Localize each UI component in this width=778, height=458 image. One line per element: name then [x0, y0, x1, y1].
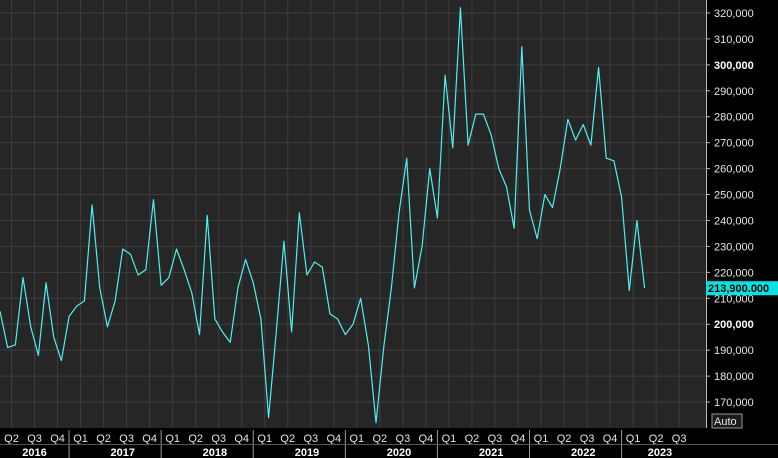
- x-quarter-label: Q2: [96, 433, 111, 445]
- x-quarter-label: Q2: [373, 433, 388, 445]
- x-quarter-label: Q3: [396, 433, 411, 445]
- x-quarter-label: Q1: [257, 433, 272, 445]
- x-quarter-label: Q1: [626, 433, 641, 445]
- x-quarter-label: Q4: [603, 433, 618, 445]
- x-quarter-label: Q3: [672, 433, 687, 445]
- last-value-label: 213,900.000: [708, 283, 769, 295]
- y-tick-label: 240,000: [714, 215, 754, 227]
- y-tick-label: 180,000: [714, 371, 754, 383]
- x-year-label: 2023: [648, 447, 672, 458]
- y-axis: 170,000180,000190,000200,000210,000220,0…: [706, 0, 778, 428]
- x-quarter-label: Q4: [234, 433, 249, 445]
- x-quarter-label: Q2: [280, 433, 295, 445]
- y-tick-label: 280,000: [714, 112, 754, 124]
- line-chart: 170,000180,000190,000200,000210,000220,0…: [0, 0, 778, 458]
- x-year-label: 2020: [387, 447, 411, 458]
- auto-scale-button[interactable]: Auto: [711, 413, 743, 429]
- x-year-label: 2018: [203, 447, 227, 458]
- x-quarter-label: Q2: [557, 433, 572, 445]
- x-quarter-label: Q4: [511, 433, 526, 445]
- x-quarter-label: Q1: [534, 433, 549, 445]
- x-quarter-label: Q1: [165, 433, 180, 445]
- x-year-label: 2022: [571, 447, 595, 458]
- x-year-label: 2021: [479, 447, 503, 458]
- plot-background: [0, 0, 706, 428]
- x-quarter-label: Q2: [4, 433, 19, 445]
- x-quarter-label: Q1: [442, 433, 457, 445]
- y-tick-label: 260,000: [714, 164, 754, 176]
- x-quarter-label: Q1: [349, 433, 364, 445]
- x-quarter-label: Q2: [649, 433, 664, 445]
- x-year-label: 2019: [295, 447, 319, 458]
- y-tick-label: 190,000: [714, 345, 754, 357]
- x-quarter-label: Q3: [580, 433, 595, 445]
- x-quarter-label: Q2: [188, 433, 203, 445]
- x-axis: Q2 Q3 Q4 Q1 Q2 Q3 Q4 Q1 Q2 Q3 Q4 Q1 Q2 Q3 Q4 Q1 Q2 Q3 Q4 Q1…: [0, 428, 778, 458]
- x-quarter-label: Q1: [73, 433, 88, 445]
- last-value-marker: 213,900.000: [706, 281, 778, 296]
- x-quarter-label: Q2: [465, 433, 480, 445]
- x-quarter-label: Q4: [326, 433, 341, 445]
- x-quarter-label: Q4: [142, 433, 157, 445]
- y-tick-label: 220,000: [714, 267, 754, 279]
- y-tick-label: 300,000: [714, 60, 754, 72]
- x-year-label: 2017: [111, 447, 135, 458]
- x-quarter-label: Q3: [303, 433, 318, 445]
- x-year-label: 2016: [22, 447, 46, 458]
- auto-scale-button-label[interactable]: Auto: [714, 416, 737, 428]
- y-tick-label: 320,000: [714, 8, 754, 20]
- y-tick-label: 250,000: [714, 190, 754, 202]
- y-tick-label: 230,000: [714, 241, 754, 253]
- y-tick-label: 200,000: [714, 319, 754, 331]
- x-quarter-label: Q3: [119, 433, 134, 445]
- y-tick-label: 290,000: [714, 86, 754, 98]
- y-tick-label: 310,000: [714, 34, 754, 46]
- x-quarter-label: Q3: [488, 433, 503, 445]
- x-quarter-label: Q3: [211, 433, 226, 445]
- x-quarter-label: Q4: [50, 433, 65, 445]
- x-quarter-label: Q3: [27, 433, 42, 445]
- y-tick-label: 270,000: [714, 138, 754, 150]
- y-tick-label: 170,000: [714, 397, 754, 409]
- x-quarter-label: Q4: [419, 433, 434, 445]
